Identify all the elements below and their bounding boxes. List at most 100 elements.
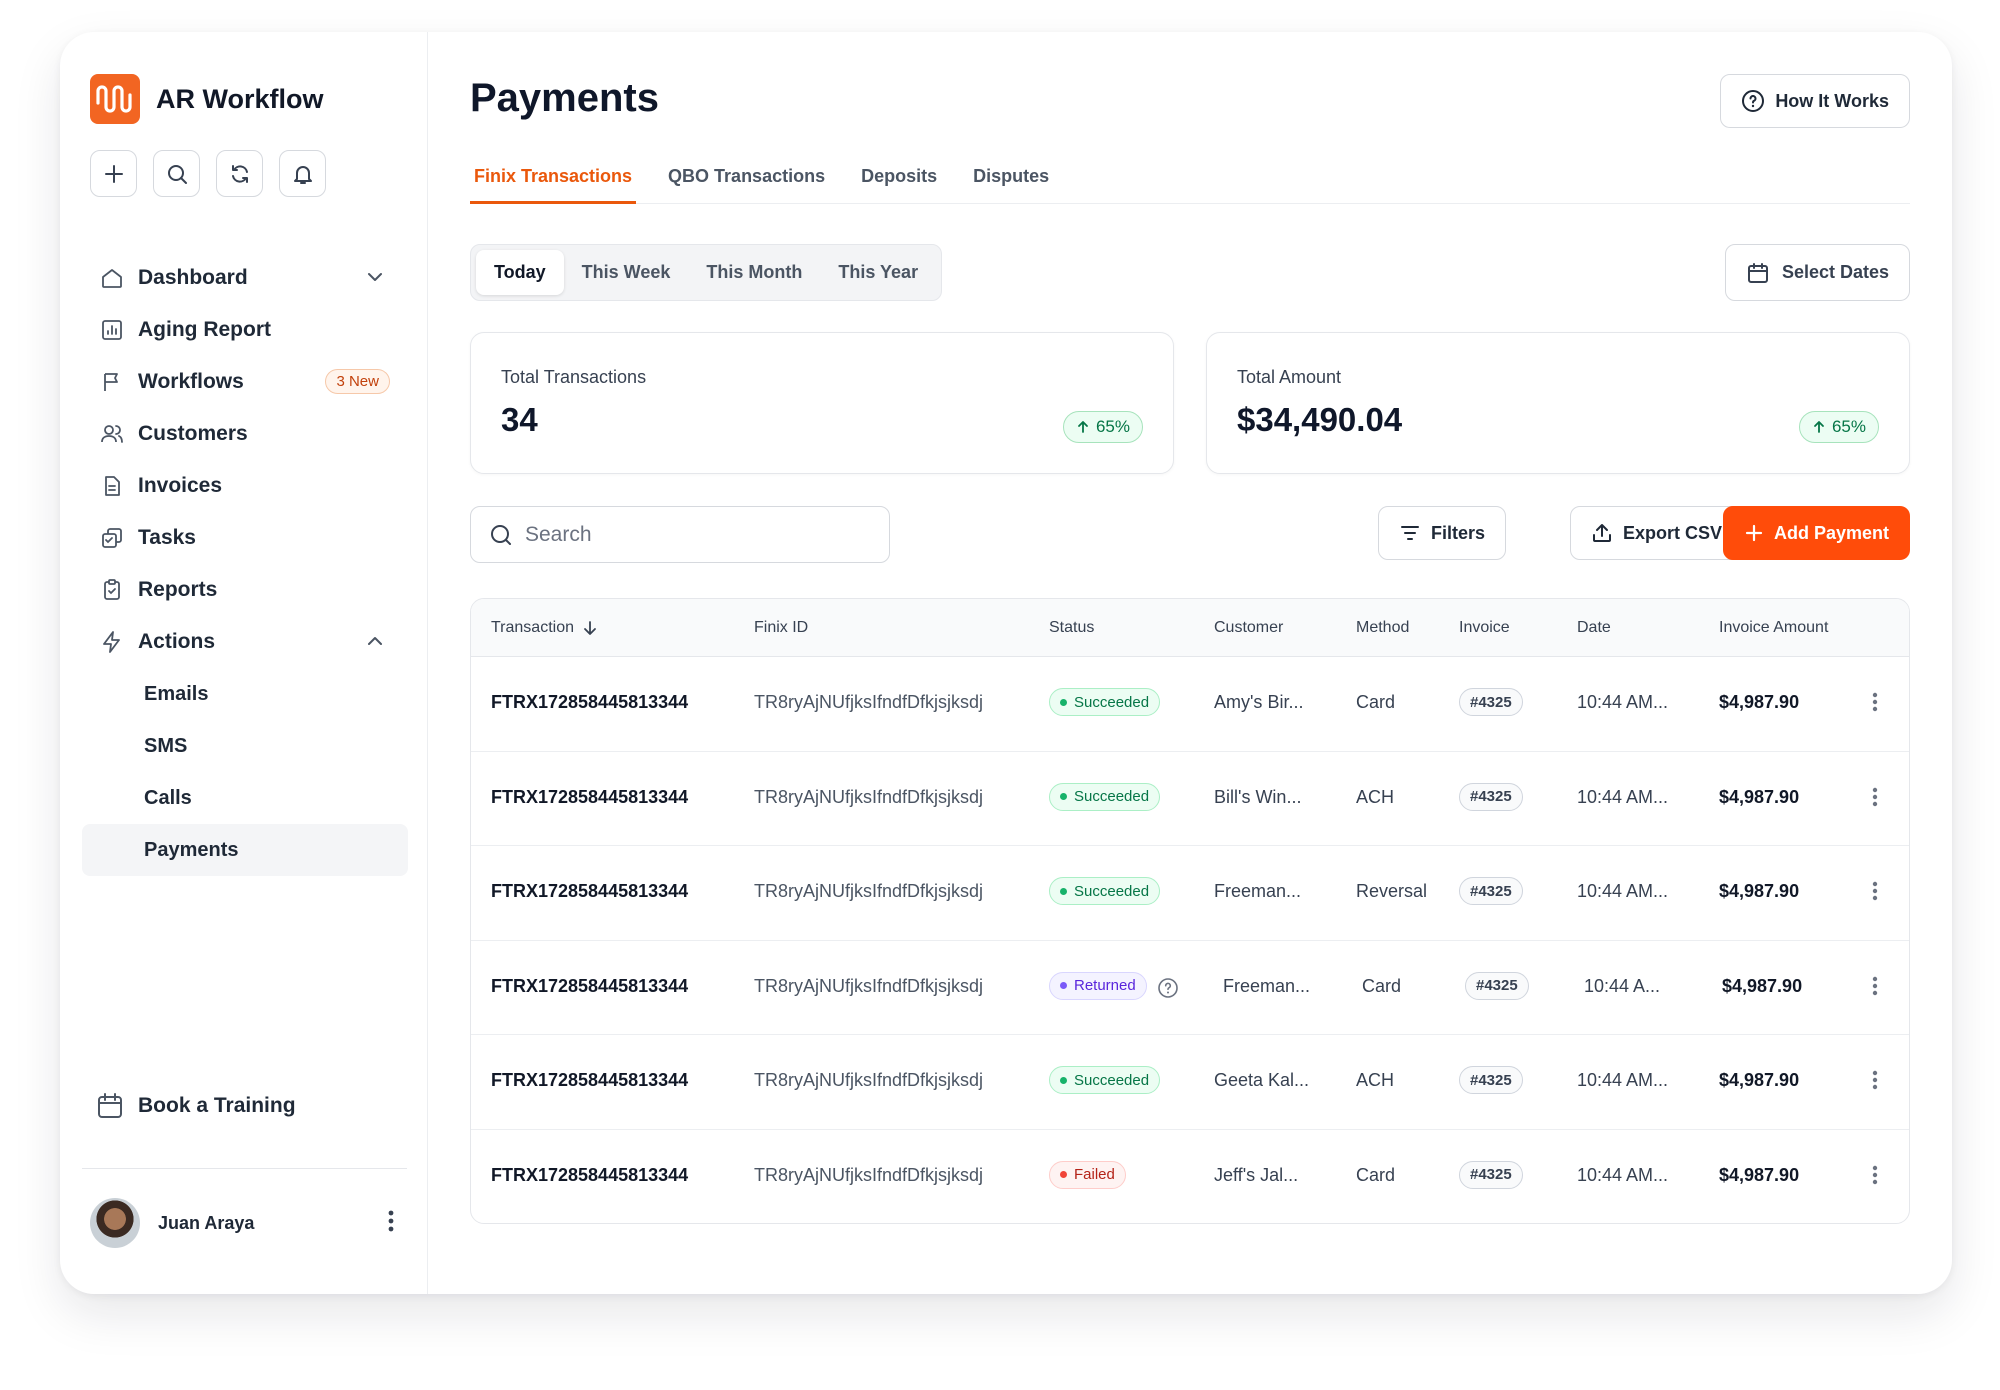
row-more-vertical-icon[interactable] bbox=[1871, 691, 1879, 718]
row-more-vertical-icon[interactable] bbox=[1871, 1164, 1879, 1191]
filter-lines-icon bbox=[1401, 526, 1419, 540]
upload-icon bbox=[1593, 524, 1611, 542]
sidebar-subitem-calls[interactable]: Calls bbox=[82, 772, 408, 824]
how-it-works-button[interactable]: How It Works bbox=[1720, 74, 1910, 128]
sidebar-item-reports[interactable]: Reports bbox=[82, 564, 408, 616]
sidebar-item-customers[interactable]: Customers bbox=[82, 408, 408, 460]
select-dates-label: Select Dates bbox=[1781, 262, 1889, 282]
invoice-badge[interactable]: #4325 bbox=[1465, 971, 1529, 1000]
transaction-id[interactable]: FTRX172858445813344 bbox=[491, 787, 688, 808]
sidebar-subitem-payments[interactable]: Payments bbox=[82, 824, 408, 876]
table-row[interactable]: FTRX172858445813344 TR8ryAjNUfjksIfndfDf… bbox=[471, 752, 1909, 846]
search-input[interactable] bbox=[525, 522, 865, 547]
table-header: Transaction Finix ID Status Customer Met… bbox=[471, 599, 1909, 657]
sidebar-subitem-label: SMS bbox=[144, 734, 188, 757]
export-csv-button[interactable]: Export CSV bbox=[1570, 506, 1744, 560]
sidebar-item-label: Invoices bbox=[138, 474, 223, 497]
invoice-badge[interactable]: #4325 bbox=[1459, 1160, 1523, 1189]
user-profile[interactable]: Juan Araya bbox=[90, 1198, 407, 1248]
tab-finix-transactions[interactable]: Finix Transactions bbox=[470, 160, 637, 204]
bar-chart-icon bbox=[98, 316, 126, 344]
search-field[interactable] bbox=[470, 506, 890, 563]
row-more-vertical-icon[interactable] bbox=[1871, 975, 1879, 1002]
customer-name[interactable]: Bill's Win... bbox=[1214, 787, 1301, 808]
range-this-year[interactable]: This Year bbox=[820, 250, 936, 295]
invoice-badge[interactable]: #4325 bbox=[1459, 782, 1523, 811]
sidebar-item-tasks[interactable]: Tasks bbox=[82, 512, 408, 564]
sidebar-item-aging-report[interactable]: Aging Report bbox=[82, 304, 408, 356]
sidebar-item-actions[interactable]: Actions bbox=[82, 616, 408, 668]
table-row[interactable]: FTRX172858445813344 TR8ryAjNUfjksIfndfDf… bbox=[471, 941, 1909, 1035]
customer-name[interactable]: Amy's Bir... bbox=[1214, 692, 1303, 713]
tabs: Finix Transactions QBO Transactions Depo… bbox=[470, 160, 1910, 204]
add-payment-button[interactable]: Add Payment bbox=[1722, 506, 1910, 560]
table-row[interactable]: FTRX172858445813344 TR8ryAjNUfjksIfndfDf… bbox=[471, 1130, 1909, 1224]
more-vertical-icon[interactable] bbox=[387, 1209, 395, 1238]
row-more-vertical-icon[interactable] bbox=[1871, 1069, 1879, 1096]
sidebar-subitem-emails[interactable]: Emails bbox=[82, 668, 408, 720]
table-row[interactable]: FTRX172858445813344 TR8ryAjNUfjksIfndfDf… bbox=[471, 846, 1909, 941]
transaction-id[interactable]: FTRX172858445813344 bbox=[491, 692, 688, 713]
finix-id: TR8ryAjNUfjksIfndfDfkjsjksdj bbox=[754, 786, 984, 807]
new-badge: 3 New bbox=[325, 369, 390, 394]
new-button[interactable] bbox=[90, 150, 137, 197]
row-more-vertical-icon[interactable] bbox=[1871, 786, 1879, 813]
status-badge: Succeeded bbox=[1049, 782, 1161, 811]
book-training-link[interactable]: Book a Training bbox=[96, 1092, 296, 1120]
transaction-date: 10:44 AM... bbox=[1577, 786, 1669, 807]
brand[interactable]: AR Workflow bbox=[90, 74, 324, 124]
notifications-button[interactable] bbox=[279, 150, 326, 197]
chevron-down-icon[interactable] bbox=[364, 266, 386, 293]
column-header-customer: Customer bbox=[1214, 619, 1284, 636]
column-header-transaction[interactable]: Transaction bbox=[491, 619, 598, 637]
wave-logo-icon bbox=[90, 74, 140, 124]
status-dot bbox=[1060, 698, 1067, 706]
range-this-week[interactable]: This Week bbox=[564, 250, 689, 295]
help-circle-icon[interactable] bbox=[1157, 977, 1179, 1004]
column-header-finix-id: Finix ID bbox=[754, 619, 809, 636]
transaction-id[interactable]: FTRX172858445813344 bbox=[491, 1070, 688, 1091]
tasks-icon bbox=[98, 524, 126, 552]
range-this-month[interactable]: This Month bbox=[688, 250, 820, 295]
stat-label: Total Transactions bbox=[501, 367, 647, 387]
status-label: Succeeded bbox=[1074, 693, 1150, 711]
invoice-badge[interactable]: #4325 bbox=[1459, 688, 1523, 716]
tab-disputes[interactable]: Disputes bbox=[969, 160, 1053, 204]
status-badge: Succeeded bbox=[1049, 1066, 1161, 1094]
table-row[interactable]: FTRX172858445813344 TR8ryAjNUfjksIfndfDf… bbox=[471, 1035, 1909, 1130]
main-content: Payments How It Works Finix Transactions… bbox=[428, 32, 1952, 1294]
status-dot bbox=[1060, 887, 1067, 895]
search-button[interactable] bbox=[153, 150, 200, 197]
customer-name[interactable]: Geeta Kal... bbox=[1214, 1070, 1309, 1091]
filters-button[interactable]: Filters bbox=[1378, 506, 1507, 560]
stat-delta-value: 65% bbox=[1831, 417, 1866, 436]
sidebar-item-label: Actions bbox=[138, 630, 216, 653]
table-row[interactable]: FTRX172858445813344 TR8ryAjNUfjksIfndfDf… bbox=[471, 657, 1909, 752]
sidebar-subitem-sms[interactable]: SMS bbox=[82, 720, 408, 772]
select-dates-button[interactable]: Select Dates bbox=[1724, 244, 1910, 301]
stat-card-total-transactions: Total Transactions 34 65% bbox=[470, 332, 1174, 474]
customer-name[interactable]: Freeman... bbox=[1223, 976, 1310, 997]
sidebar-nav: Dashboard Aging Report Workflows 3 New C… bbox=[82, 252, 408, 876]
transaction-id[interactable]: FTRX172858445813344 bbox=[491, 976, 688, 997]
row-more-vertical-icon[interactable] bbox=[1871, 880, 1879, 907]
chevron-up-icon[interactable] bbox=[364, 630, 386, 657]
tab-qbo-transactions[interactable]: QBO Transactions bbox=[664, 160, 829, 204]
add-payment-label: Add Payment bbox=[1773, 522, 1889, 543]
transaction-id[interactable]: FTRX172858445813344 bbox=[491, 881, 688, 902]
sidebar-item-workflows[interactable]: Workflows 3 New bbox=[82, 356, 408, 408]
stat-value: 34 bbox=[501, 401, 538, 438]
sidebar-item-dashboard[interactable]: Dashboard bbox=[82, 252, 408, 304]
payment-method: ACH bbox=[1356, 786, 1395, 807]
invoice-badge[interactable]: #4325 bbox=[1459, 877, 1523, 905]
tab-deposits[interactable]: Deposits bbox=[857, 160, 941, 204]
invoice-badge[interactable]: #4325 bbox=[1459, 1066, 1523, 1094]
help-circle-icon bbox=[1742, 90, 1765, 112]
sidebar-item-invoices[interactable]: Invoices bbox=[82, 460, 408, 512]
range-today[interactable]: Today bbox=[476, 250, 564, 295]
column-header-invoice-amount: Invoice Amount bbox=[1719, 619, 1829, 636]
transaction-id[interactable]: FTRX172858445813344 bbox=[491, 1165, 688, 1186]
customer-name[interactable]: Jeff's Jal... bbox=[1214, 1165, 1298, 1186]
refresh-button[interactable] bbox=[216, 150, 263, 197]
customer-name[interactable]: Freeman... bbox=[1214, 881, 1301, 902]
